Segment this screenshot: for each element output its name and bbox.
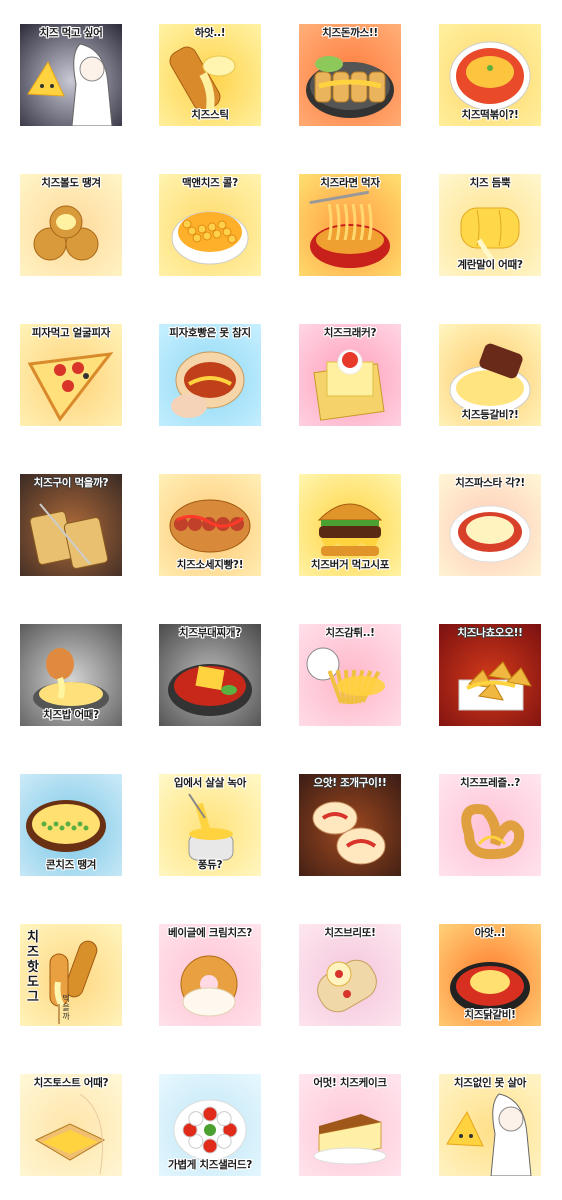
sticker-grill[interactable]: 치즈구이 먹을까? bbox=[20, 474, 122, 576]
sticker-caption: 가볍게 치즈샐러드? bbox=[167, 1159, 253, 1171]
sticker-caption: 치즈구이 먹을까? bbox=[33, 477, 109, 489]
sticker-fries[interactable]: 치즈감튀..! bbox=[299, 624, 401, 726]
sticker-caption: 치즈 먹고 싶어 bbox=[39, 27, 103, 39]
sticker-caption: 치즈부대찌개? bbox=[179, 627, 241, 639]
sticker-caption: 맥앤치즈 콜? bbox=[182, 177, 238, 189]
sticker-clam[interactable]: 으앗! 조개구이!! bbox=[299, 774, 401, 876]
sticker-burrito[interactable]: 치즈브리또! bbox=[299, 924, 401, 1026]
sticker-burger[interactable]: 치즈버거 먹고시포 bbox=[299, 474, 401, 576]
sticker-salad[interactable]: 가볍게 치즈샐러드? bbox=[159, 1074, 261, 1176]
sticker-mac[interactable]: 맥앤치즈 콜? bbox=[159, 174, 261, 276]
sticker-caption-secondary: 치즈닭갈비! bbox=[464, 1009, 516, 1021]
sticker-caption: 치즈라면 먹자 bbox=[320, 177, 380, 189]
sticker-caption: 치즈프레즐..? bbox=[460, 777, 520, 789]
sticker-cracker[interactable]: 치즈크래커? bbox=[299, 324, 401, 426]
sticker-tonkatsu[interactable]: 치즈돈까스!! bbox=[299, 24, 401, 126]
sticker-nachos[interactable]: 치즈나쵸오오!! bbox=[439, 624, 541, 726]
sticker-caption: 입에서 살살 녹아 bbox=[173, 777, 247, 789]
sticker-caption: 아앗..! bbox=[474, 927, 506, 939]
sticker-rice[interactable]: 치즈밥 어때? bbox=[20, 624, 122, 726]
sticker-caption-secondary: 퐁듀? bbox=[197, 859, 223, 871]
sticker-caption: 치즈돈까스!! bbox=[322, 27, 378, 39]
sticker-caption: 피자먹고 얼굴피자 bbox=[31, 327, 111, 339]
sticker-caption: 치즈등갈비?! bbox=[461, 409, 519, 421]
sticker-caption: 치즈밥 어때? bbox=[43, 709, 99, 721]
sticker-girl[interactable]: 치즈 먹고 싶어 bbox=[20, 24, 122, 126]
sticker-caption: 베이글에 크림치즈? bbox=[167, 927, 253, 939]
sticker-caption: 피자호빵은 못 참지 bbox=[169, 327, 251, 339]
sticker-caption: 치즈감튀..! bbox=[325, 627, 375, 639]
sticker-caption: 하앗..! bbox=[194, 27, 226, 39]
sticker-caption: 콘치즈 땡겨 bbox=[45, 859, 97, 871]
sticker-ramen[interactable]: 치즈라면 먹자 bbox=[299, 174, 401, 276]
sticker-caption: 치즈없인 못 살아 bbox=[453, 1077, 527, 1089]
sticker-tteok[interactable]: 치즈떡볶이?! bbox=[439, 24, 541, 126]
sticker-egg[interactable]: 치즈 듬뿍계란말이 어때? bbox=[439, 174, 541, 276]
sticker-pretzel[interactable]: 치즈프레즐..? bbox=[439, 774, 541, 876]
sticker-caption: 치즈소세지빵?! bbox=[176, 559, 244, 571]
sticker-ribs[interactable]: 치즈등갈비?! bbox=[439, 324, 541, 426]
sticker-stick[interactable]: 하앗..! 치즈스틱 bbox=[159, 24, 261, 126]
sticker-bun[interactable]: 피자호빵은 못 참지 bbox=[159, 324, 261, 426]
sticker-toast[interactable]: 치즈토스트 어때? bbox=[20, 1074, 122, 1176]
sticker-caption: 어멋! 치즈케이크 bbox=[313, 1077, 387, 1089]
sticker-stew[interactable]: 치즈부대찌개? bbox=[159, 624, 261, 726]
sticker-subcaption: 먹을까 bbox=[62, 994, 70, 1021]
sticker-caption: 치즈크래커? bbox=[323, 327, 377, 339]
sticker-pizza[interactable]: 피자먹고 얼굴피자 bbox=[20, 324, 122, 426]
sticker-caption: 치즈떡볶이?! bbox=[461, 109, 519, 121]
sticker-caption: 치즈 듬뿍 bbox=[469, 177, 511, 189]
sticker-pasta[interactable]: 치즈파스타 각?! bbox=[439, 474, 541, 576]
sticker-dakgalbi[interactable]: 아앗..! 치즈닭갈비! bbox=[439, 924, 541, 1026]
sticker-bagel[interactable]: 베이글에 크림치즈? bbox=[159, 924, 261, 1026]
sticker-girl2[interactable]: 치즈없인 못 살아 bbox=[439, 1074, 541, 1176]
sticker-caption: 치즈볼도 땡겨 bbox=[41, 177, 101, 189]
sticker-caption: 치즈나쵸오오!! bbox=[457, 627, 523, 639]
sticker-caption: 치즈브리또! bbox=[324, 927, 376, 939]
sticker-caption: 으앗! 조개구이!! bbox=[313, 777, 387, 789]
sticker-hotdog[interactable]: 치즈핫도그먹을까 bbox=[20, 924, 122, 1026]
sticker-fondue[interactable]: 입에서 살살 녹아퐁듀? bbox=[159, 774, 261, 876]
sticker-caption: 치즈파스타 각?! bbox=[455, 477, 525, 489]
sticker-caption: 치즈핫도그 bbox=[27, 930, 39, 1005]
sticker-cake[interactable]: 어멋! 치즈케이크 bbox=[299, 1074, 401, 1176]
sticker-corn[interactable]: 콘치즈 땡겨 bbox=[20, 774, 122, 876]
sticker-caption: 치즈버거 먹고시포 bbox=[310, 559, 390, 571]
sticker-sausage[interactable]: 치즈소세지빵?! bbox=[159, 474, 261, 576]
sticker-balls[interactable]: 치즈볼도 땡겨 bbox=[20, 174, 122, 276]
sticker-caption: 치즈토스트 어때? bbox=[33, 1077, 109, 1089]
sticker-caption-secondary: 계란말이 어때? bbox=[457, 259, 523, 271]
sticker-caption-secondary: 치즈스틱 bbox=[191, 109, 229, 121]
